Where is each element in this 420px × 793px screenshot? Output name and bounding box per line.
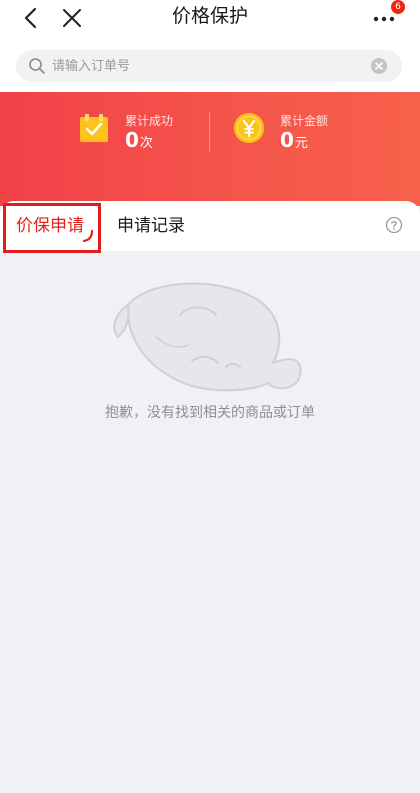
success-count-label: 累计成功	[125, 114, 174, 128]
total-amount-value: 0元	[280, 128, 308, 152]
order-number-input[interactable]	[52, 50, 362, 82]
calendar-check-icon	[80, 114, 108, 142]
stats-banner: 累计成功 0次 累计金额 0元	[0, 92, 420, 206]
total-amount-unit: 元	[294, 136, 308, 151]
tab-records-label: 申请记录	[117, 216, 185, 236]
search-bar	[16, 50, 402, 82]
search-section	[0, 44, 420, 92]
page-title: 价格保护	[171, 5, 248, 27]
success-count-unit: 次	[139, 136, 153, 151]
help-icon[interactable]	[385, 216, 403, 234]
yen-coin-icon	[234, 113, 264, 143]
search-icon	[29, 58, 45, 74]
navigation-bar: 价格保护 6	[0, 0, 420, 44]
total-amount-number: 0	[280, 128, 294, 152]
empty-state-mascot-icon	[113, 282, 302, 392]
total-amount-label: 累计金额	[280, 114, 329, 128]
active-tab-highlight-box	[3, 203, 101, 253]
empty-state-message: 抱歉，没有找到相关的商品或订单	[105, 405, 315, 421]
notification-badge: 6	[391, 0, 405, 14]
clear-icon[interactable]	[370, 57, 388, 75]
stats-divider	[209, 112, 210, 152]
success-count-value: 0次	[125, 128, 153, 152]
success-count-number: 0	[125, 128, 139, 152]
tab-application-records[interactable]: 申请记录	[117, 201, 185, 251]
